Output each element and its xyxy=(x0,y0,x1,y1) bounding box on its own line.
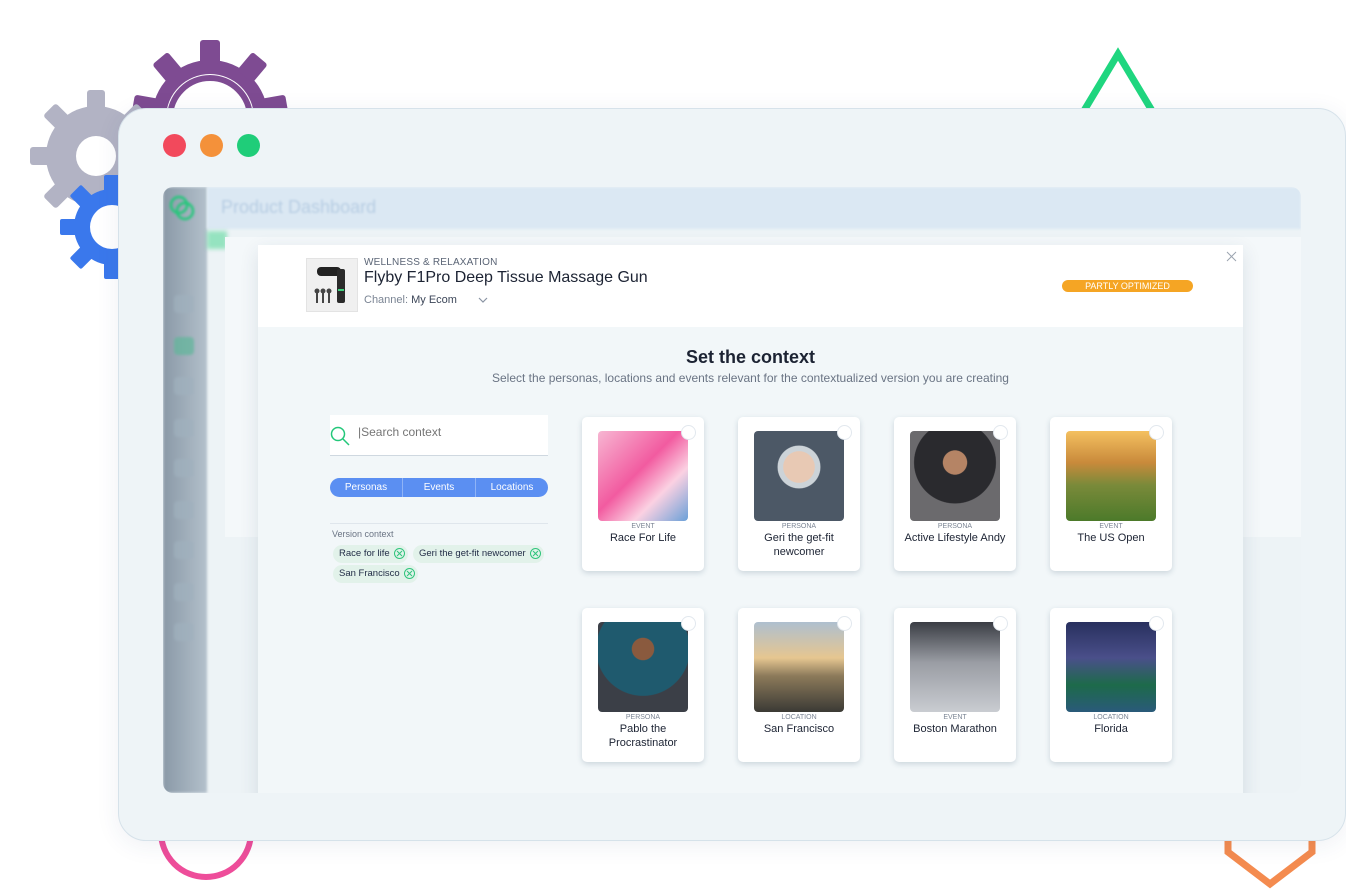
context-subtitle: Select the personas, locations and event… xyxy=(492,371,1009,385)
context-chip: Geri the get-fit newcomer xyxy=(413,545,544,563)
card-photo xyxy=(754,431,844,521)
sidebar-item[interactable] xyxy=(174,295,194,313)
version-context-label: Version context xyxy=(332,529,394,539)
channel-label: Channel: xyxy=(364,294,409,306)
remove-chip-icon[interactable] xyxy=(529,548,541,559)
context-chip: San Francisco xyxy=(333,565,418,583)
tab-personas[interactable]: Personas xyxy=(330,478,403,497)
remove-chip-icon[interactable] xyxy=(403,568,415,579)
search-input[interactable] xyxy=(356,424,540,440)
card-type: EVENT xyxy=(1099,523,1123,530)
tab-events[interactable]: Events xyxy=(403,478,476,497)
sidebar-item[interactable] xyxy=(174,337,194,355)
context-card[interactable]: LOCATION San Francisco xyxy=(738,608,860,762)
context-modal: WELLNESS & RELAXATION Flyby F1Pro Deep T… xyxy=(258,245,1243,793)
card-type: EVENT xyxy=(631,523,655,530)
card-type: PERSONA xyxy=(781,523,817,530)
card-name: Active Lifestyle Andy xyxy=(904,532,1006,544)
select-radio[interactable] xyxy=(993,425,1008,440)
card-type: PERSONA xyxy=(625,714,661,721)
product-category: WELLNESS & RELAXATION xyxy=(364,257,498,268)
context-chip: Race for life xyxy=(333,545,408,563)
channel-value: My Ecom xyxy=(411,294,457,306)
context-card[interactable]: EVENT Race For Life xyxy=(582,417,704,571)
app-screen: Product Dashboard WELLNESS & RELAXATION … xyxy=(163,187,1301,793)
sidebar-item[interactable] xyxy=(174,623,194,641)
page-title: Product Dashboard xyxy=(221,197,377,217)
remove-chip-icon[interactable] xyxy=(393,548,405,559)
card-name: San Francisco xyxy=(763,723,835,735)
card-photo xyxy=(1066,622,1156,712)
card-type: EVENT xyxy=(943,714,967,721)
context-card[interactable]: LOCATION Florida xyxy=(1050,608,1172,762)
window-controls xyxy=(163,134,260,157)
sidebar-item[interactable] xyxy=(174,583,194,601)
card-photo xyxy=(598,431,688,521)
chip-label: San Francisco xyxy=(339,568,400,579)
top-bar: Product Dashboard xyxy=(207,187,1301,229)
modal-header: WELLNESS & RELAXATION Flyby F1Pro Deep T… xyxy=(258,245,1243,327)
sidebar-item[interactable] xyxy=(174,501,194,519)
sidebar-item[interactable] xyxy=(174,541,194,559)
select-radio[interactable] xyxy=(1149,616,1164,631)
card-photo xyxy=(754,622,844,712)
card-name: Pablo the Procrastinator xyxy=(608,723,678,749)
sidebar xyxy=(163,187,207,793)
context-card[interactable]: EVENT The US Open xyxy=(1050,417,1172,571)
select-radio[interactable] xyxy=(1149,425,1164,440)
background-accent xyxy=(207,231,227,249)
divider xyxy=(330,523,548,524)
card-name: Geri the get-fit newcomer xyxy=(764,532,834,558)
card-type: PERSONA xyxy=(937,523,973,530)
context-card[interactable]: PERSONA Active Lifestyle Andy xyxy=(894,417,1016,571)
card-photo xyxy=(910,622,1000,712)
card-name: The US Open xyxy=(1077,532,1145,544)
search-icon xyxy=(330,426,350,446)
card-name: Boston Marathon xyxy=(913,723,997,735)
card-photo xyxy=(1066,431,1156,521)
close-icon[interactable] xyxy=(1226,251,1237,262)
minimize-window-button[interactable] xyxy=(200,134,223,157)
context-card[interactable]: PERSONA Pablo the Procrastinator xyxy=(582,608,704,762)
select-radio[interactable] xyxy=(681,425,696,440)
channel-selector[interactable]: Channel: My Ecom xyxy=(364,294,457,306)
app-logo-icon xyxy=(169,195,195,221)
chip-label: Geri the get-fit newcomer xyxy=(419,548,526,559)
context-title: Set the context xyxy=(685,347,816,367)
card-name: Race For Life xyxy=(609,532,677,544)
tab-locations[interactable]: Locations xyxy=(476,478,548,497)
context-type-tabs: Personas Events Locations xyxy=(330,478,548,497)
select-radio[interactable] xyxy=(993,616,1008,631)
card-photo xyxy=(598,622,688,712)
maximize-window-button[interactable] xyxy=(237,134,260,157)
card-type: LOCATION xyxy=(781,714,817,721)
status-badge: PARTLY OPTIMIZED xyxy=(1062,280,1193,292)
select-radio[interactable] xyxy=(837,616,852,631)
browser-window: Product Dashboard WELLNESS & RELAXATION … xyxy=(118,108,1346,841)
select-radio[interactable] xyxy=(837,425,852,440)
context-card[interactable]: EVENT Boston Marathon xyxy=(894,608,1016,762)
card-name: Florida xyxy=(1094,723,1128,735)
sidebar-item[interactable] xyxy=(174,459,194,477)
card-photo xyxy=(910,431,1000,521)
product-thumbnail xyxy=(306,258,358,312)
chevron-down-icon[interactable] xyxy=(478,295,488,305)
search-box xyxy=(330,415,548,456)
select-radio[interactable] xyxy=(681,616,696,631)
card-type: LOCATION xyxy=(1093,714,1129,721)
context-card[interactable]: PERSONA Geri the get-fit newcomer xyxy=(738,417,860,571)
sidebar-item[interactable] xyxy=(174,377,194,395)
close-window-button[interactable] xyxy=(163,134,186,157)
chip-label: Race for life xyxy=(339,548,390,559)
product-name: Flyby F1Pro Deep Tissue Massage Gun xyxy=(364,269,648,286)
sidebar-item[interactable] xyxy=(174,419,194,437)
